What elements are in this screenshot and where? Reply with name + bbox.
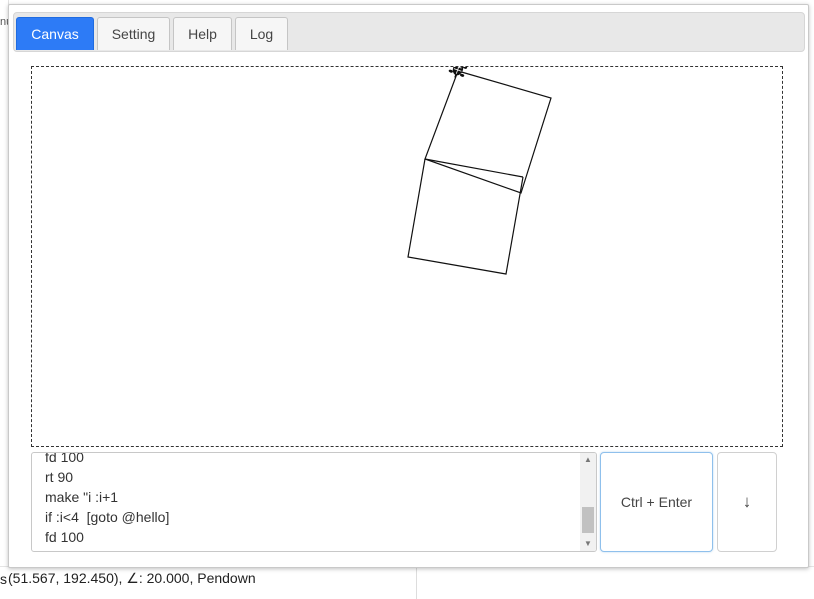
code-editor[interactable]: fd 100 rt 90 make "i :i+1 if :i<4 [goto …: [31, 452, 597, 552]
code-line: fd 100: [45, 452, 84, 465]
code-lines: fd 100 rt 90 make "i :i+1 if :i<4 [goto …: [45, 452, 170, 547]
drawn-path-upper-square: [424, 70, 552, 194]
scrollbar-thumb[interactable]: [582, 507, 594, 533]
tab-setting[interactable]: Setting: [97, 17, 170, 50]
code-line: rt 90: [45, 469, 74, 485]
drawing-canvas[interactable]: [31, 66, 783, 447]
tab-canvas[interactable]: Canvas: [16, 17, 94, 50]
editor-scrollbar[interactable]: ▲ ▼: [580, 453, 596, 551]
drawn-path-lower-square: [407, 158, 524, 275]
code-line: fd 100: [45, 529, 84, 545]
code-line: make "i :i+1: [45, 489, 119, 505]
drawn-path-diagonal: [424, 158, 524, 178]
scroll-down-arrow-icon[interactable]: ▼: [580, 537, 596, 551]
tab-help[interactable]: Help: [173, 17, 232, 50]
code-line: if :i<4 [goto @hello]: [45, 509, 170, 525]
background-divider-vertical: [416, 566, 417, 599]
logo-turtle-window: Canvas Setting Help Log fd 100 rt 90 mak…: [8, 4, 809, 568]
tab-bar: Canvas Setting Help Log: [13, 12, 805, 52]
down-arrow-button[interactable]: ↓: [717, 452, 777, 552]
run-button[interactable]: Ctrl + Enter: [600, 452, 713, 552]
scroll-up-arrow-icon[interactable]: ▲: [580, 453, 596, 467]
turtle-drawing: [407, 67, 552, 275]
turtle-status: (51.567, 192.450), ∠: 20.000, Pendown: [8, 570, 256, 586]
background-text-s: s: [0, 571, 7, 587]
tab-log[interactable]: Log: [235, 17, 288, 50]
